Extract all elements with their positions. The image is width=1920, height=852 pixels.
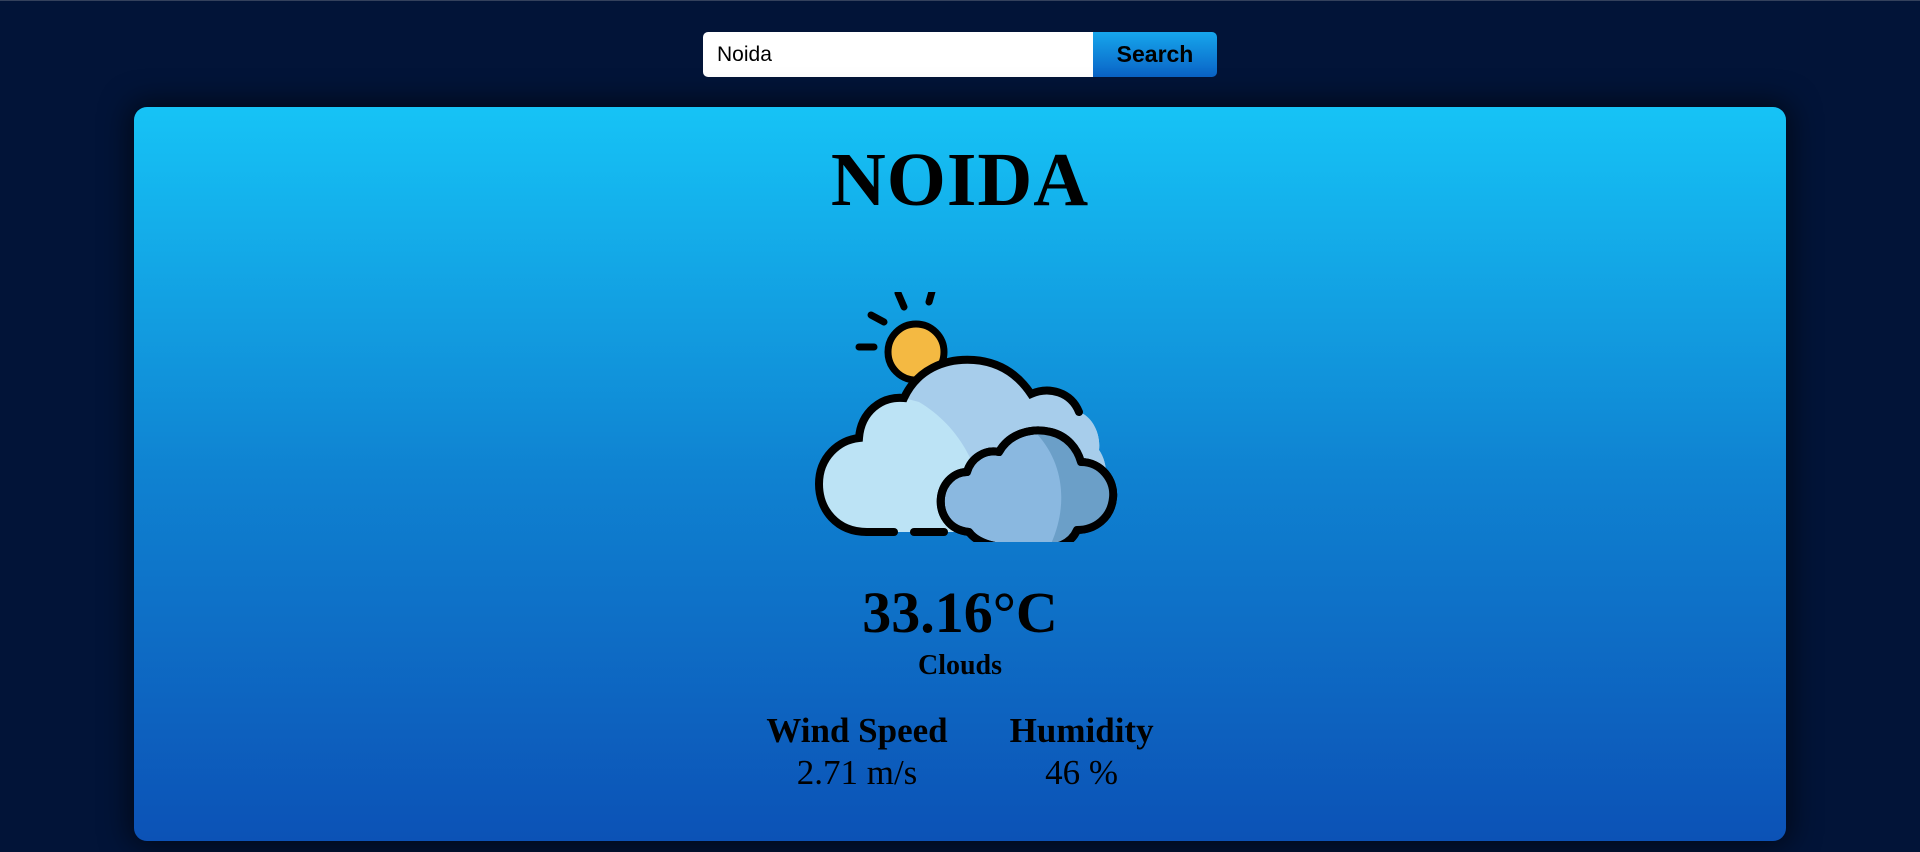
weather-card: NOIDA 33.16°C Clouds Wind Speed 2.71 m/s… [134, 107, 1786, 841]
sun-behind-clouds-icon [814, 292, 1118, 542]
search-input[interactable] [703, 32, 1093, 77]
wind-speed-label: Wind Speed [766, 711, 948, 750]
wind-speed-value: 2.71 m/s [796, 753, 918, 792]
temperature: 33.16°C [862, 580, 1058, 645]
wind-speed-stat: Wind Speed 2.71 m/s [766, 711, 947, 795]
search-button[interactable]: Search [1093, 32, 1217, 77]
search-bar: Search [703, 32, 1217, 77]
weather-condition: Clouds [917, 650, 1003, 681]
city-name: NOIDA [830, 138, 1090, 222]
weather-stats: Wind Speed 2.71 m/s Humidity 46 % [134, 711, 1786, 795]
humidity-label: Humidity [1009, 711, 1154, 750]
humidity-value: 46 % [1045, 753, 1119, 792]
humidity-stat: Humidity 46 % [1010, 711, 1154, 795]
